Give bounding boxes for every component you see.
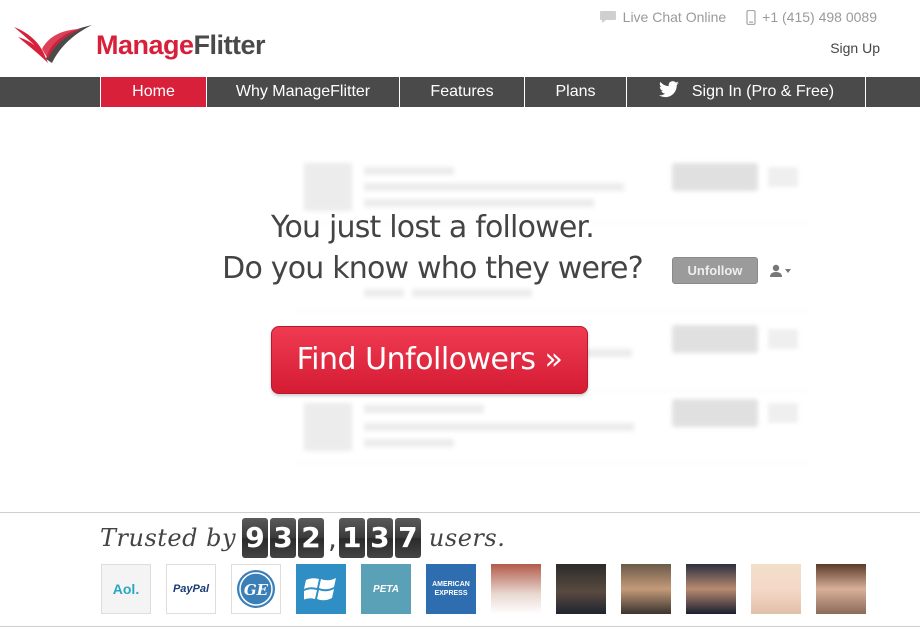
trusted-section: Trusted by 9 3 2 , 1 3 7 users. Aol. Pay…: [0, 512, 920, 630]
ge-emblem-icon: GE: [237, 570, 275, 608]
ghost-user-menu: [768, 403, 798, 423]
headline-line-2: Do you know who they were?: [222, 251, 643, 286]
hero-section: Unfollow You just lost a follower. Do yo…: [0, 107, 920, 512]
nav-sign-in-label: Sign In (Pro & Free): [691, 83, 835, 100]
ghost-row: [292, 391, 812, 463]
user-options-menu[interactable]: [764, 257, 800, 284]
site-header: ManageFlitter Live Chat Online +1 (415) …: [0, 0, 920, 77]
main-nav: Home Why ManageFlitter Features Plans Si…: [0, 77, 920, 107]
trusted-prefix: Trusted by: [100, 524, 237, 552]
section-divider: [0, 626, 920, 627]
ghost-line: [412, 289, 532, 297]
person-photo-1: [491, 564, 541, 614]
person-photo-5: [751, 564, 801, 614]
unfollow-button[interactable]: Unfollow: [672, 257, 758, 284]
ghost-avatar: [304, 163, 352, 211]
twitter-bird-icon: [658, 81, 679, 98]
counter-digit: 3: [366, 518, 393, 558]
nav-why-manageflitter[interactable]: Why ManageFlitter: [206, 77, 399, 107]
phone-number: +1 (415) 498 0089: [762, 9, 877, 25]
trusted-counter: Trusted by 9 3 2 , 1 3 7 users.: [100, 517, 505, 559]
ge-logo: GE: [231, 564, 281, 614]
ghost-line: [364, 439, 454, 447]
phone-icon: [746, 9, 756, 25]
user-counter: 9 3 2 , 1 3 7: [242, 518, 423, 558]
ghost-user-menu: [768, 167, 798, 187]
find-unfollowers-button[interactable]: Find Unfollowers »: [271, 326, 588, 394]
amex-logo: AMERICAN EXPRESS: [426, 564, 476, 614]
person-photo-3: [621, 564, 671, 614]
aol-logo: Aol.: [101, 564, 151, 614]
bird-logo-icon: [14, 25, 92, 63]
person-photo-4: [686, 564, 736, 614]
ghost-line: [364, 199, 594, 207]
nav-plans[interactable]: Plans: [524, 77, 626, 107]
sign-up-link[interactable]: Sign Up: [830, 40, 880, 56]
chat-bubble-icon: [599, 11, 616, 23]
counter-comma: ,: [328, 521, 337, 555]
counter-digit: 9: [242, 518, 269, 558]
counter-digit: 3: [270, 518, 297, 558]
user-dropdown-icon: [770, 264, 791, 277]
windows-flag-icon: [304, 578, 336, 601]
ghost-line: [364, 183, 624, 191]
counter-digit: 7: [394, 518, 421, 558]
live-chat-label: Live Chat Online: [622, 9, 727, 25]
ghost-avatar: [304, 403, 352, 451]
logo-text: ManageFlitter: [96, 29, 266, 60]
ghost-user-menu: [768, 329, 798, 349]
person-photo-6: [816, 564, 866, 614]
ghost-line: [364, 423, 634, 431]
ghost-button: [672, 325, 758, 353]
person-photo-2: [556, 564, 606, 614]
ghost-line: [364, 289, 404, 297]
counter-digit: 2: [298, 518, 325, 558]
ghost-button: [672, 163, 758, 191]
nav-sign-in[interactable]: Sign In (Pro & Free): [626, 77, 865, 107]
ghost-line: [364, 167, 454, 175]
live-chat-link[interactable]: Live Chat Online: [599, 9, 727, 25]
blurred-follower-list: [292, 151, 812, 469]
nav-divider: [865, 77, 866, 107]
ghost-button: [672, 399, 758, 427]
contact-bar: Live Chat Online +1 (415) 498 0089: [579, 9, 877, 25]
phone-link[interactable]: +1 (415) 498 0089: [746, 9, 877, 25]
ghost-line: [364, 405, 484, 413]
managflitter-logo[interactable]: ManageFlitter: [12, 18, 282, 66]
windows-logo: [296, 564, 346, 614]
trusted-suffix: users.: [428, 524, 506, 552]
nav-features[interactable]: Features: [399, 77, 524, 107]
counter-digit: 1: [338, 518, 365, 558]
headline-line-1: You just lost a follower.: [270, 210, 595, 245]
peta-logo: PETA: [361, 564, 411, 614]
svg-text:GE: GE: [244, 581, 269, 599]
customer-logos: Aol. PayPal GE PETA AMERICAN EXPRESS: [101, 564, 881, 614]
paypal-logo: PayPal: [166, 564, 216, 614]
hero-headline: You just lost a follower. Do you know wh…: [200, 207, 665, 289]
nav-home[interactable]: Home: [100, 77, 206, 107]
